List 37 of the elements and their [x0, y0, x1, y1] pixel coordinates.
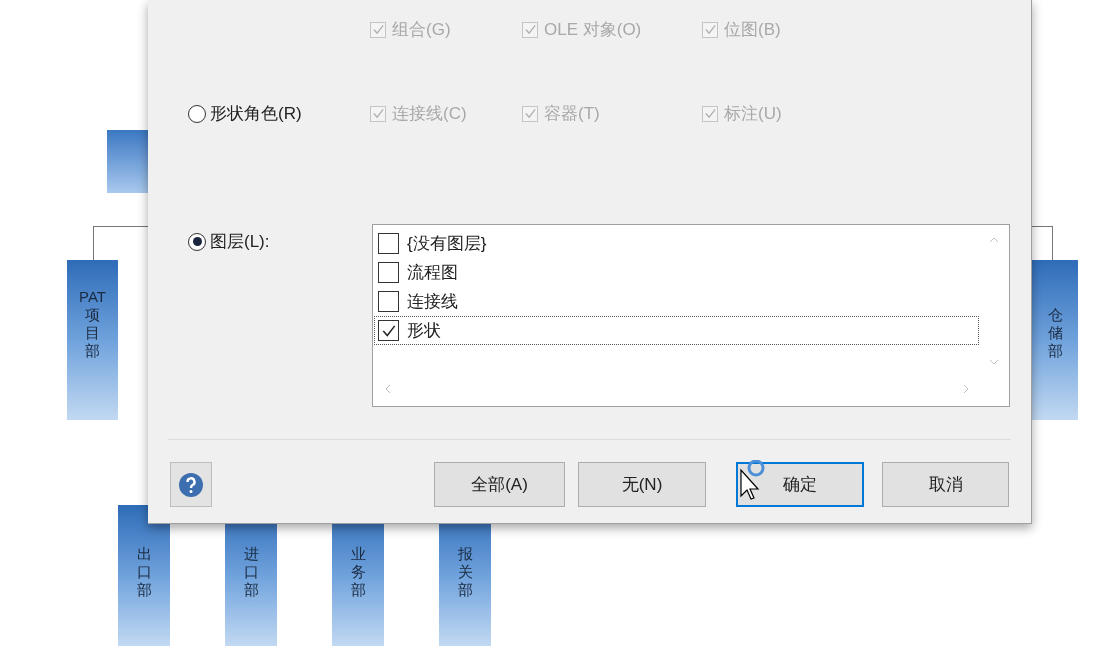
- checkbox[interactable]: [378, 262, 399, 283]
- layer-list[interactable]: {没有图层} 流程图 连接线 形状: [372, 224, 1010, 407]
- scroll-left-icon[interactable]: [385, 384, 391, 394]
- org-box-label: 仓储部: [1047, 306, 1063, 361]
- scroll-up-icon[interactable]: [989, 237, 999, 243]
- help-button[interactable]: [170, 462, 212, 507]
- checkbox-label: 连接线(C): [392, 103, 467, 125]
- radio-button[interactable]: [188, 104, 206, 123]
- dialog-button[interactable]: 无(N): [578, 462, 706, 507]
- checkbox-label: 容器(T): [544, 103, 600, 125]
- checkbox-label: 位图(B): [724, 19, 781, 41]
- radio-label: 形状角色(R): [210, 103, 302, 125]
- org-box-label: 业务部: [350, 545, 366, 600]
- mouse-cursor-icon: [738, 460, 766, 500]
- radio-label: 图层(L):: [210, 231, 270, 253]
- checkbox-label: 组合(G): [392, 19, 451, 41]
- org-box-label: PAT项目部: [79, 288, 106, 361]
- org-box-label: 进口部: [243, 545, 259, 600]
- org-box-label: 出口部: [136, 545, 152, 600]
- checkbox-label: OLE 对象(O): [544, 19, 642, 41]
- scroll-right-icon[interactable]: [963, 384, 969, 394]
- checkbox[interactable]: [378, 291, 399, 312]
- list-item[interactable]: {没有图层}: [374, 229, 979, 258]
- checkbox[interactable]: [378, 233, 399, 254]
- checkbox-label: 标注(U): [724, 103, 782, 125]
- list-item[interactable]: 连接线: [374, 287, 979, 316]
- org-box: [107, 130, 148, 193]
- org-box-label: 报关部: [457, 545, 473, 600]
- list-item[interactable]: 形状: [374, 316, 979, 345]
- checkbox[interactable]: [378, 320, 399, 341]
- help-icon: [178, 471, 204, 498]
- list-item[interactable]: 流程图: [374, 258, 979, 287]
- radio-button[interactable]: [188, 232, 206, 251]
- dialog-button[interactable]: 全部(A): [434, 462, 565, 507]
- dialog-button[interactable]: 取消: [882, 462, 1009, 507]
- scroll-down-icon[interactable]: [989, 359, 999, 365]
- dialog-button[interactable]: 确定: [736, 462, 864, 507]
